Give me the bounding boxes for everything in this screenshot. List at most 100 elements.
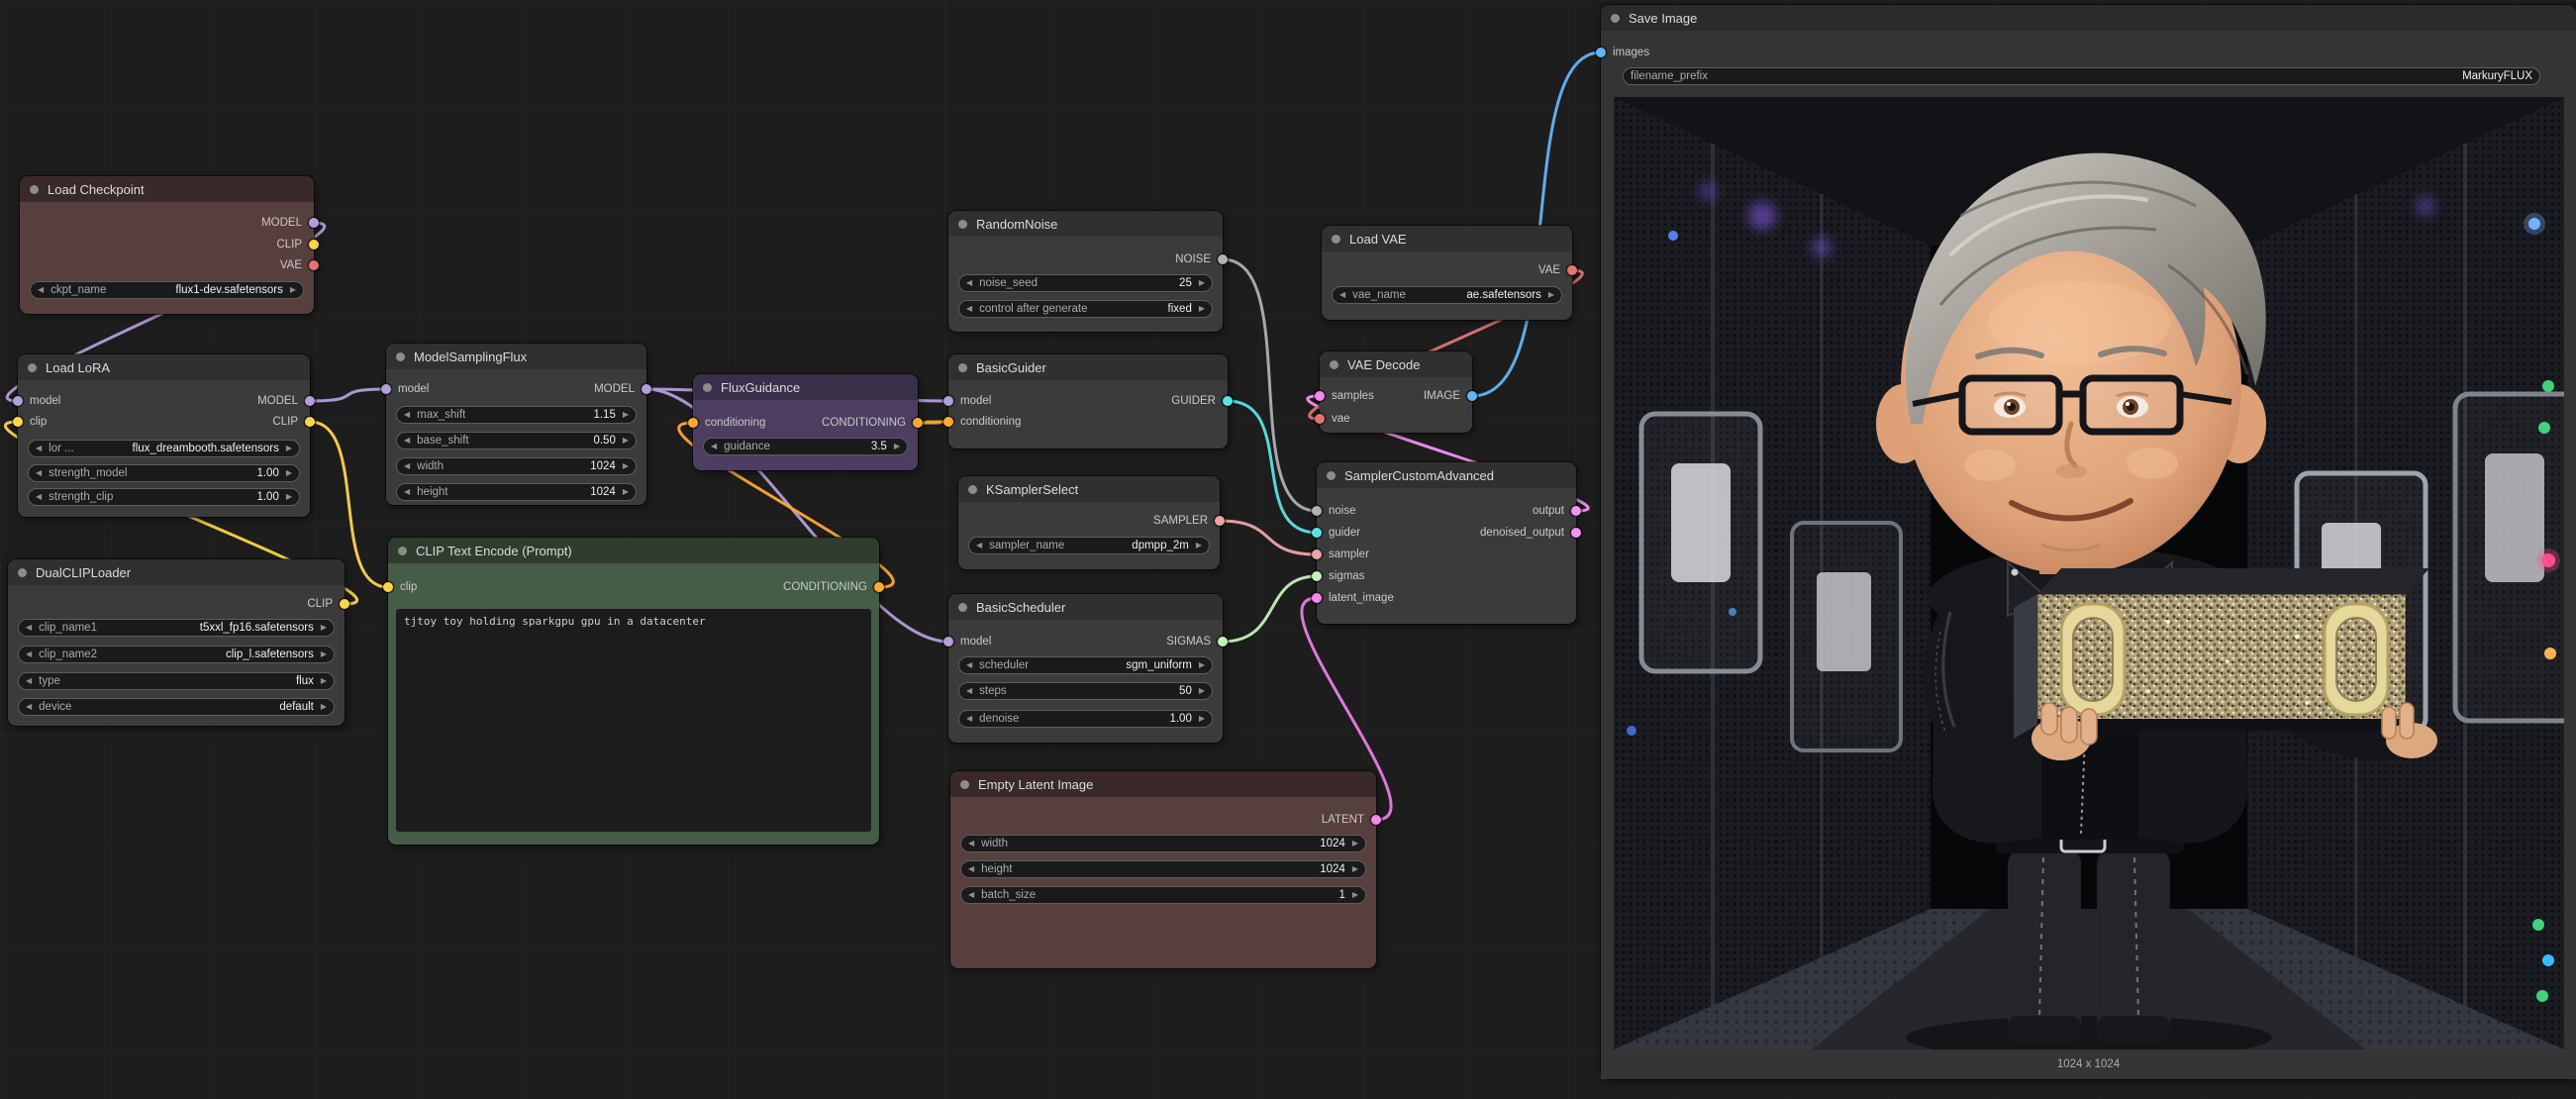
output-port-sampler[interactable]: SAMPLER	[1153, 513, 1225, 529]
node-graph-canvas[interactable]: Load Checkpoint MODEL CLIP VAE ◀ ckpt_na…	[0, 0, 2576, 1099]
increment-icon[interactable]: ▶	[623, 488, 629, 496]
port-dot[interactable]	[305, 396, 315, 406]
next-value-icon[interactable]: ▶	[321, 650, 327, 658]
input-port-noise[interactable]: noise	[1312, 503, 1356, 519]
port-dot[interactable]	[943, 637, 953, 647]
next-value-icon[interactable]: ▶	[286, 445, 292, 452]
decrement-icon[interactable]: ◀	[966, 687, 972, 695]
prompt-textarea[interactable]: tjtoy toy holding sparkgpu gpu in a data…	[396, 609, 871, 832]
collapse-dot[interactable]	[18, 568, 27, 577]
prev-value-icon[interactable]: ◀	[976, 542, 982, 550]
increment-icon[interactable]: ▶	[623, 411, 629, 419]
port-dot[interactable]	[874, 582, 884, 592]
prev-value-icon[interactable]: ◀	[26, 677, 32, 685]
next-value-icon[interactable]: ▶	[1196, 542, 1202, 550]
port-dot[interactable]	[340, 599, 349, 609]
widget-width[interactable]: ◀ width 1024 ▶	[396, 457, 637, 475]
collapse-dot[interactable]	[968, 485, 977, 494]
input-port-model[interactable]: model	[13, 393, 60, 409]
decrement-icon[interactable]: ◀	[36, 493, 42, 501]
collapse-dot[interactable]	[1611, 14, 1620, 23]
node-header[interactable]: SamplerCustomAdvanced	[1317, 462, 1576, 488]
decrement-icon[interactable]: ◀	[404, 488, 410, 496]
node-flux-guidance[interactable]: FluxGuidance conditioning CONDITIONING ◀…	[693, 374, 918, 470]
increment-icon[interactable]: ▶	[1352, 840, 1358, 848]
increment-icon[interactable]: ▶	[623, 462, 629, 470]
output-port-sigmas[interactable]: SIGMAS	[1166, 634, 1228, 649]
widget-scheduler[interactable]: ◀ scheduler sgm_uniform ▶	[958, 656, 1213, 674]
output-port-noise[interactable]: NOISE	[1175, 251, 1228, 267]
prev-value-icon[interactable]: ◀	[966, 661, 972, 669]
collapse-dot[interactable]	[960, 780, 969, 789]
increment-icon[interactable]: ▶	[1352, 865, 1358, 873]
collapse-dot[interactable]	[1332, 235, 1340, 244]
node-header[interactable]: Load LoRA	[18, 354, 310, 380]
input-port-clip[interactable]: clip	[383, 579, 417, 595]
widget-device[interactable]: ◀ device default ▶	[18, 698, 335, 716]
node-header[interactable]: Save Image	[1601, 5, 2576, 31]
output-port-conditioning[interactable]: CONDITIONING	[822, 415, 923, 431]
input-port-model[interactable]: model	[943, 634, 991, 649]
output-port-model[interactable]: MODEL	[594, 381, 651, 397]
port-dot[interactable]	[913, 418, 923, 428]
increment-icon[interactable]: ▶	[1199, 279, 1205, 287]
input-port-samples[interactable]: samples	[1315, 388, 1374, 404]
node-header[interactable]: BasicGuider	[948, 354, 1228, 380]
collapse-dot[interactable]	[958, 220, 967, 229]
decrement-icon[interactable]: ◀	[404, 411, 410, 419]
increment-icon[interactable]: ▶	[623, 437, 629, 445]
collapse-dot[interactable]	[958, 603, 967, 612]
port-dot[interactable]	[1312, 550, 1322, 559]
widget-guidance[interactable]: ◀ guidance 3.5 ▶	[703, 438, 908, 455]
port-dot[interactable]	[309, 218, 319, 228]
widget-base-shift[interactable]: ◀ base_shift 0.50 ▶	[396, 432, 637, 450]
widget-noise-seed[interactable]: ◀ noise_seed 25 ▶	[958, 274, 1213, 292]
input-port-guider[interactable]: guider	[1312, 525, 1360, 541]
input-port-conditioning[interactable]: conditioning	[943, 414, 1021, 430]
port-dot[interactable]	[1467, 391, 1477, 401]
input-port-conditioning[interactable]: conditioning	[688, 415, 765, 431]
widget-ckpt-name[interactable]: ◀ ckpt_name flux1-dev.safetensors ▶	[30, 281, 304, 299]
input-port-sampler[interactable]: sampler	[1312, 547, 1369, 562]
decrement-icon[interactable]: ◀	[36, 469, 42, 477]
node-header[interactable]: DualCLIPLoader	[8, 559, 345, 585]
node-header[interactable]: FluxGuidance	[693, 374, 918, 400]
port-dot[interactable]	[381, 384, 391, 394]
input-port-latent-image[interactable]: latent_image	[1312, 590, 1394, 606]
decrement-icon[interactable]: ◀	[404, 462, 410, 470]
widget-height[interactable]: ◀ height 1024 ▶	[396, 483, 637, 501]
input-port-model[interactable]: model	[943, 393, 991, 409]
next-value-icon[interactable]: ▶	[321, 703, 327, 711]
widget-height[interactable]: ◀ height 1024 ▶	[960, 860, 1366, 878]
collapse-dot[interactable]	[703, 383, 712, 392]
output-port-clip[interactable]: CLIP	[276, 237, 319, 252]
output-port-guider[interactable]: GUIDER	[1171, 393, 1233, 409]
prev-value-icon[interactable]: ◀	[38, 286, 44, 294]
node-header[interactable]: CLIP Text Encode (Prompt)	[388, 538, 879, 563]
output-port-latent[interactable]: LATENT	[1322, 812, 1381, 828]
output-port-conditioning[interactable]: CONDITIONING	[783, 579, 884, 595]
collapse-dot[interactable]	[1330, 360, 1338, 369]
widget-strength-model[interactable]: ◀ strength_model 1.00 ▶	[28, 464, 300, 482]
port-dot[interactable]	[688, 418, 698, 428]
widget-filename-prefix[interactable]: filename_prefix MarkuryFLUX	[1623, 67, 2540, 85]
collapse-dot[interactable]	[398, 547, 407, 555]
increment-icon[interactable]: ▶	[286, 493, 292, 501]
port-dot[interactable]	[642, 384, 651, 394]
port-dot[interactable]	[383, 582, 393, 592]
port-dot[interactable]	[1312, 506, 1322, 516]
node-load-vae[interactable]: Load VAE VAE ◀ vae_name ae.safetensors ▶	[1322, 226, 1572, 320]
port-dot[interactable]	[1218, 254, 1228, 264]
node-header[interactable]: ModelSamplingFlux	[386, 344, 646, 369]
node-save-image[interactable]: Save Image images filename_prefix Markur…	[1601, 5, 2576, 1079]
node-header[interactable]: KSamplerSelect	[958, 476, 1220, 502]
prev-value-icon[interactable]: ◀	[36, 445, 42, 452]
output-port-output[interactable]: output	[1533, 503, 1581, 519]
port-dot[interactable]	[1315, 391, 1325, 401]
widget-lora-name[interactable]: ◀ lor ... flux_dreambooth.safetensors ▶	[28, 440, 300, 457]
widget-clip-name2[interactable]: ◀ clip_name2 clip_l.safetensors ▶	[18, 646, 335, 663]
port-dot[interactable]	[1371, 815, 1381, 825]
collapse-dot[interactable]	[396, 352, 405, 361]
prev-value-icon[interactable]: ◀	[1339, 291, 1345, 299]
output-port-denoised-output[interactable]: denoised_output	[1480, 525, 1581, 541]
